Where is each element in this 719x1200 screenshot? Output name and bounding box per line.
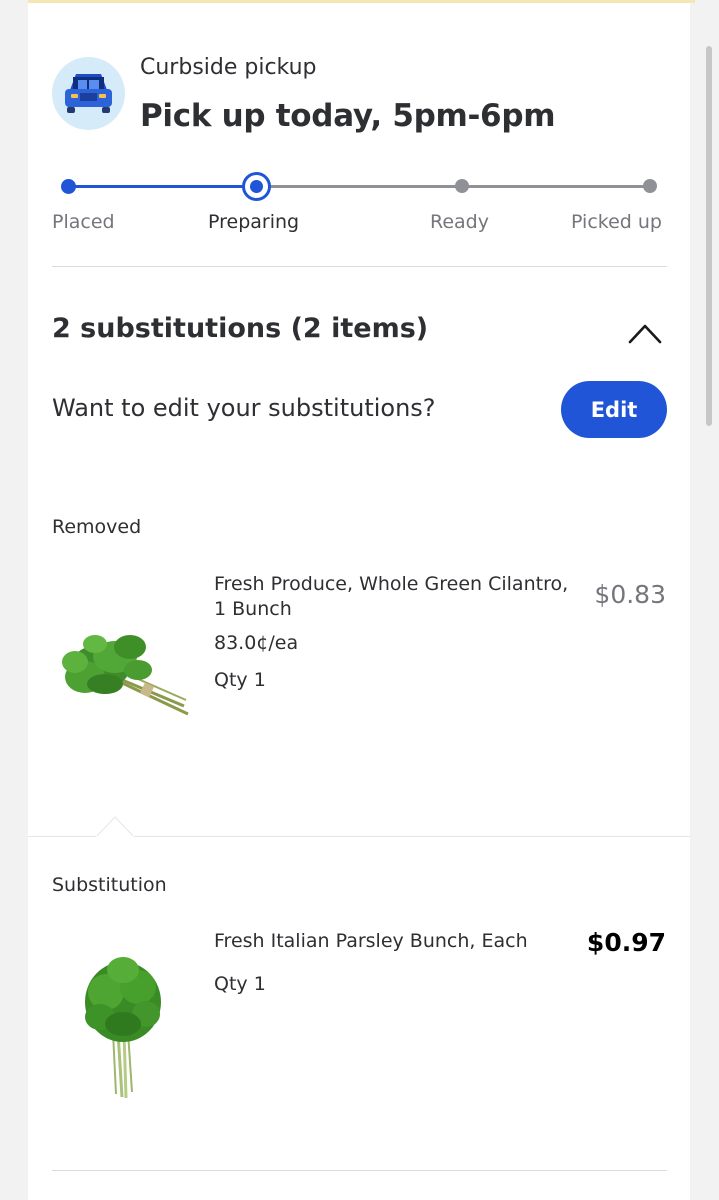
header-divider [52,266,667,267]
progress-dot-picked-up [643,179,657,193]
substitution-label: Substitution [52,874,167,896]
chevron-up-icon[interactable] [627,320,663,346]
removed-quantity: Qty 1 [214,669,266,691]
progress-line-complete [68,185,256,188]
progress-dot-placed [61,179,76,194]
car-trunk-icon [52,57,125,130]
progress-dot-ready [455,179,469,193]
pointer-notch [94,815,136,838]
edit-button[interactable]: Edit [561,381,667,438]
step-label-ready: Ready [430,211,489,233]
progress-line-pending [256,185,650,188]
parsley-image [78,952,168,1104]
progress-dot-preparing [242,172,271,201]
removed-price: $0.83 [594,580,666,609]
substitution-product-name[interactable]: Fresh Italian Parsley Bunch, Each [214,929,584,954]
step-label-placed: Placed [52,211,115,233]
step-label-picked-up: Picked up [571,211,662,233]
cilantro-image [60,622,192,722]
removed-product-name[interactable]: Fresh Produce, Whole Green Cilantro, 1 B… [214,572,584,622]
substitution-quantity: Qty 1 [214,973,266,995]
removed-label: Removed [52,516,142,538]
edit-substitutions-prompt: Want to edit your substitutions? [52,394,436,422]
pickup-mode-label: Curbside pickup [140,55,317,80]
step-label-preparing: Preparing [208,211,300,233]
removed-unit-price: 83.0¢/ea [214,632,299,654]
substitutions-heading[interactable]: 2 substitutions (2 items) [52,313,428,344]
pickup-window-title: Pick up today, 5pm-6pm [140,98,556,134]
scrollbar-thumb[interactable] [706,46,712,426]
bottom-divider [52,1170,667,1171]
substitution-price: $0.97 [586,928,666,957]
